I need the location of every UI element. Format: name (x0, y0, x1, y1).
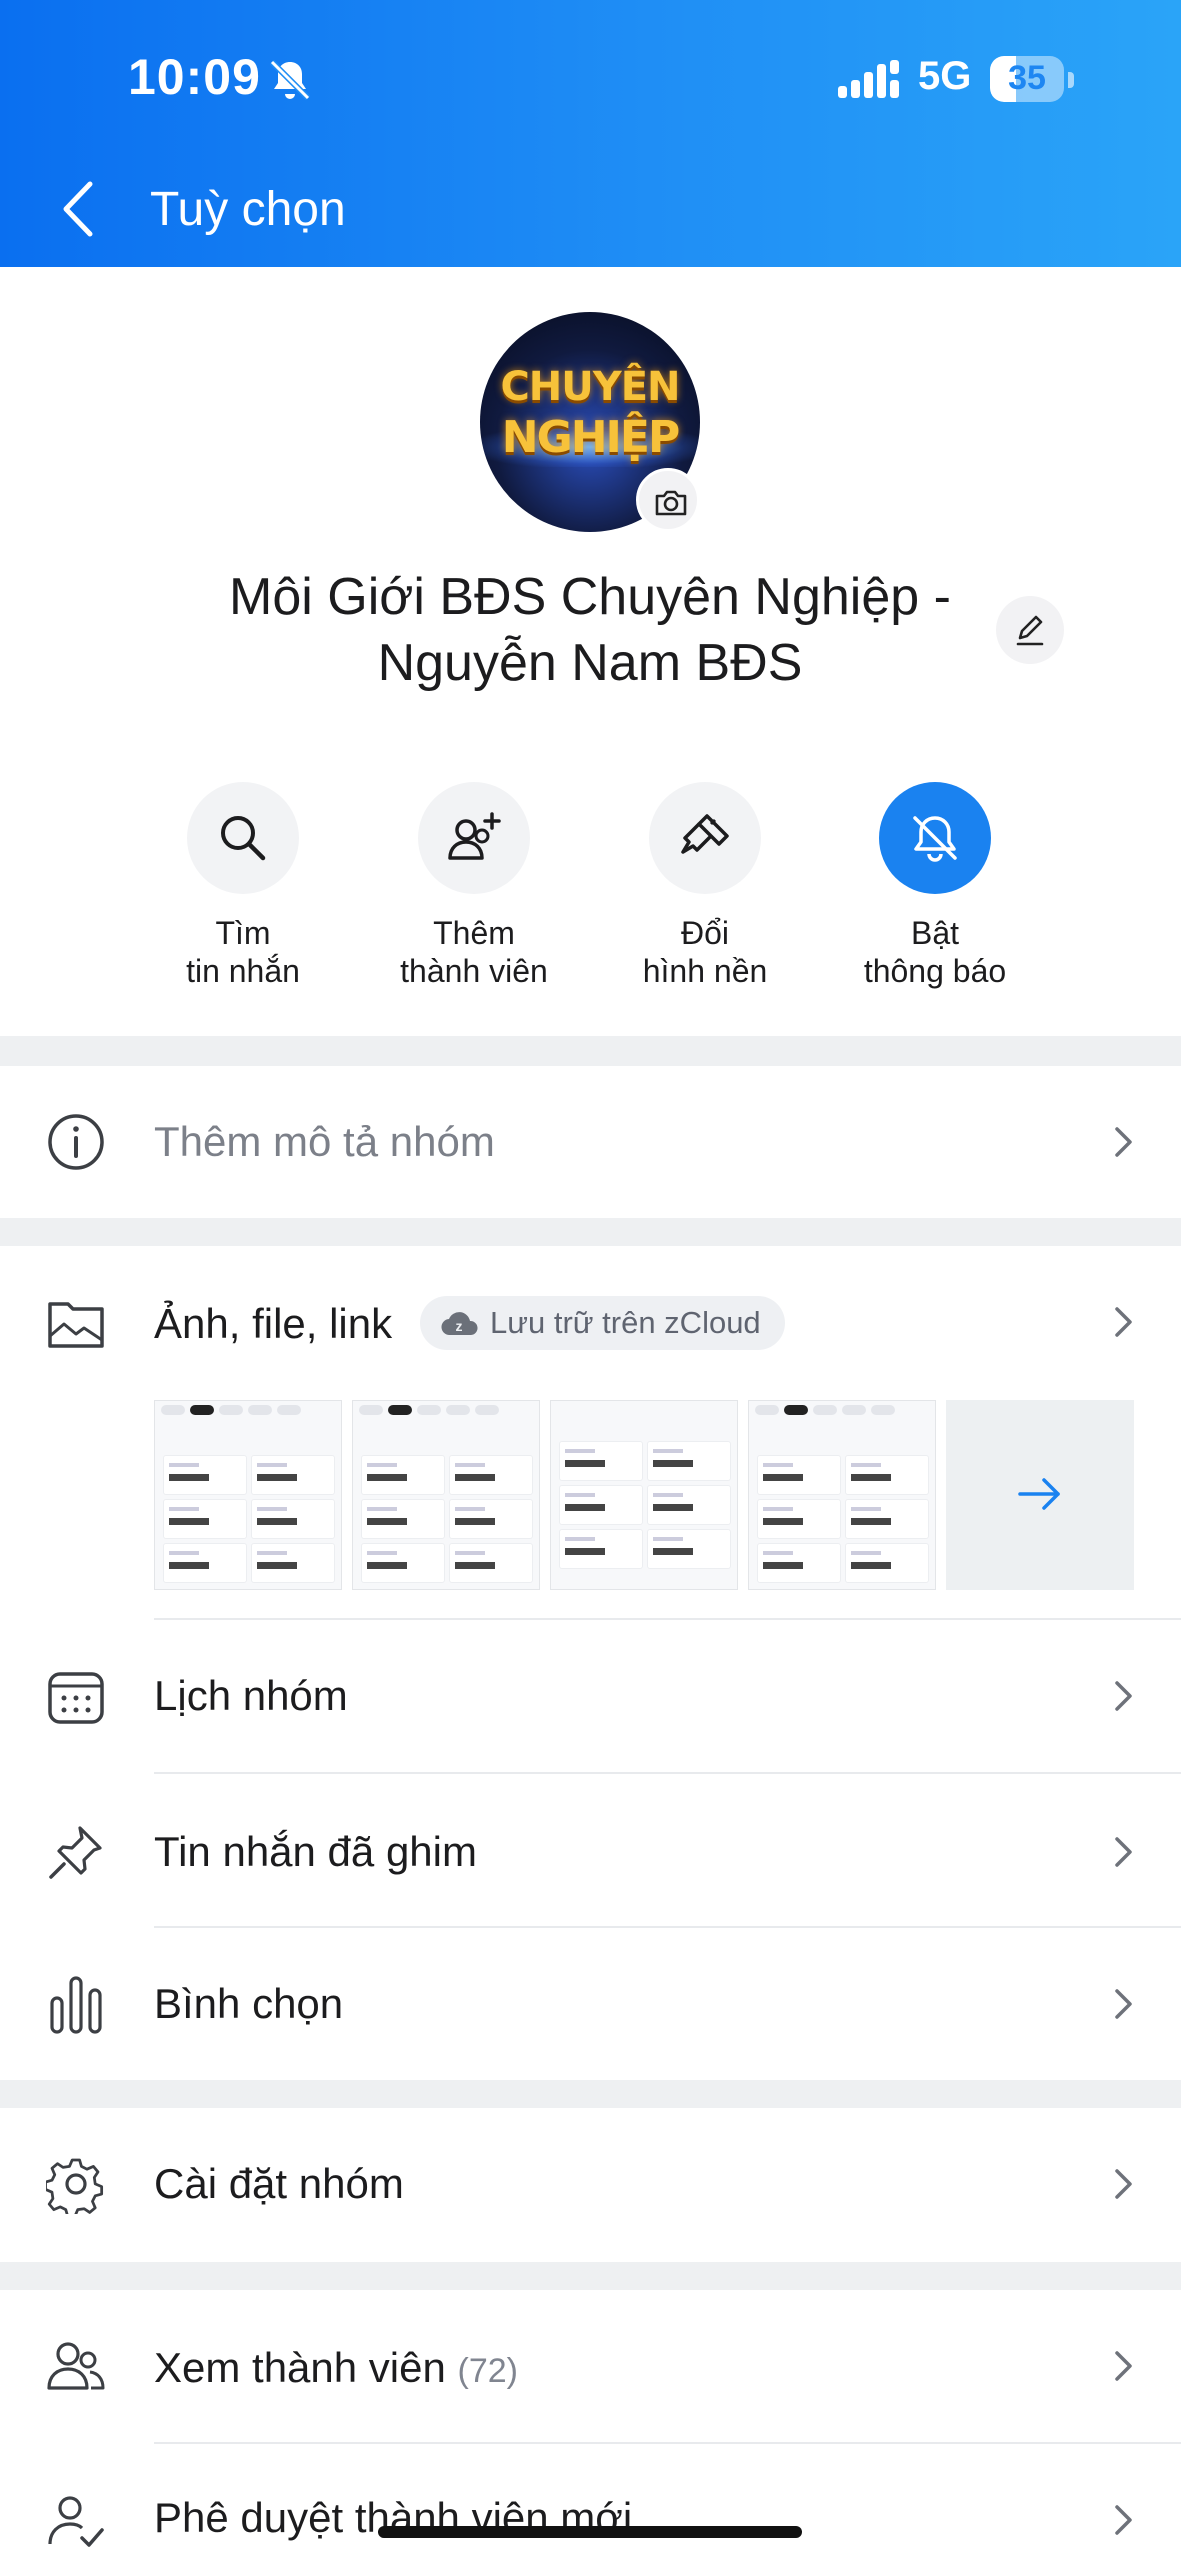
group-calendar-label: Lịch nhóm (154, 1672, 348, 1719)
media-thumbnail[interactable] (352, 1400, 540, 1590)
chevron-right-icon (1115, 1837, 1132, 1867)
enable-notifications-action[interactable]: Bật thông báo (820, 782, 1050, 990)
approve-members-row[interactable]: Phê duyệt thành viên mới (0, 2444, 1181, 2560)
battery-level: 35 (1008, 59, 1046, 97)
poll-icon (50, 1976, 102, 2034)
view-members-label: Xem thành viên (72) (154, 2344, 518, 2392)
paint-brush-icon (681, 814, 729, 854)
info-icon (48, 1114, 104, 1170)
pinned-messages-label: Tin nhắn đã ghim (154, 1828, 477, 1875)
calendar-icon (48, 1672, 104, 1724)
section-separator (0, 2080, 1181, 2108)
avatar-logo-line1: CHUYÊN (500, 364, 680, 410)
network-type: 5G (918, 54, 972, 98)
pin-icon (49, 1826, 102, 1879)
change-wallpaper-action[interactable]: Đổi hình nền (590, 782, 820, 990)
group-calendar-row[interactable]: Lịch nhóm (0, 1620, 1181, 1772)
media-thumbnail[interactable] (154, 1400, 342, 1590)
chevron-right-icon (1115, 2351, 1132, 2381)
svg-text:z: z (456, 1318, 463, 1334)
silent-bell-icon (269, 59, 311, 101)
home-indicator[interactable] (378, 2526, 802, 2538)
back-arrow-icon[interactable] (52, 176, 108, 242)
poll-label: Bình chọn (154, 1980, 344, 2027)
pencil-icon (1016, 615, 1044, 646)
section-separator (0, 2262, 1181, 2290)
group-name: Môi Giới BĐS Chuyên Nghiệp - Nguyễn Nam … (229, 568, 951, 692)
view-members-text: Xem thành viên (154, 2344, 446, 2391)
arrow-right-icon (1018, 1478, 1060, 1510)
change-wallpaper-label: Đổi hình nền (642, 915, 768, 989)
cloud-icon: z (441, 1312, 478, 1336)
media-thumbnail[interactable] (748, 1400, 936, 1590)
member-count: (72) (457, 2352, 518, 2390)
app-header: 10:09 5G 35 Tuỳ chọn (0, 0, 1181, 267)
search-messages-label: Tìm tin nhắn (186, 915, 300, 989)
add-description-label: Thêm mô tả nhóm (154, 1118, 495, 1165)
battery-icon: 35 (990, 56, 1074, 104)
change-avatar-button[interactable] (636, 468, 700, 532)
view-members-row[interactable]: Xem thành viên (72) (0, 2290, 1181, 2444)
add-description-row[interactable]: Thêm mô tả nhóm (0, 1066, 1181, 1218)
edit-name-button[interactable] (996, 596, 1064, 664)
gear-icon (46, 2158, 104, 2214)
zcloud-label: Lưu trữ trên zCloud (490, 1305, 761, 1340)
cellular-signal-icon (838, 60, 899, 98)
section-separator (0, 1218, 1181, 1246)
search-messages-action[interactable]: Tìm tin nhắn (128, 782, 358, 990)
photo-folder-icon (48, 1302, 104, 1348)
add-member-icon (448, 812, 501, 860)
bell-off-icon (913, 816, 957, 862)
group-settings-label: Cài đặt nhóm (154, 2160, 404, 2207)
media-files-links-label: Ảnh, file, link (154, 1300, 393, 1347)
status-time: 10:09 (128, 49, 261, 105)
chevron-right-icon (1115, 1127, 1132, 1157)
view-more-media-button[interactable] (946, 1400, 1134, 1590)
add-member-label: Thêm thành viên (400, 915, 548, 989)
group-settings-row[interactable]: Cài đặt nhóm (0, 2108, 1181, 2262)
media-thumbnail[interactable] (550, 1400, 738, 1590)
zcloud-storage-badge[interactable]: z Lưu trữ trên zCloud (420, 1296, 785, 1350)
avatar-logo-line2: NGHIỆP (501, 412, 680, 463)
chevron-right-icon (1115, 2505, 1132, 2535)
chevron-right-icon (1115, 1681, 1132, 1711)
chevron-right-icon (1115, 1989, 1132, 2019)
section-separator (0, 1036, 1181, 1066)
add-member-action[interactable]: Thêm thành viên (359, 782, 589, 990)
search-icon (221, 816, 266, 861)
chevron-right-icon (1115, 2169, 1132, 2199)
members-icon (47, 2342, 105, 2390)
camera-icon (655, 490, 687, 516)
approve-member-icon (48, 2496, 104, 2547)
page-title: Tuỳ chọn (150, 183, 346, 236)
chevron-right-icon (1115, 1307, 1132, 1337)
enable-notifications-label: Bật thông báo (863, 915, 1007, 989)
pinned-messages-row[interactable]: Tin nhắn đã ghim (0, 1774, 1181, 1928)
poll-row[interactable]: Bình chọn (0, 1928, 1181, 2080)
